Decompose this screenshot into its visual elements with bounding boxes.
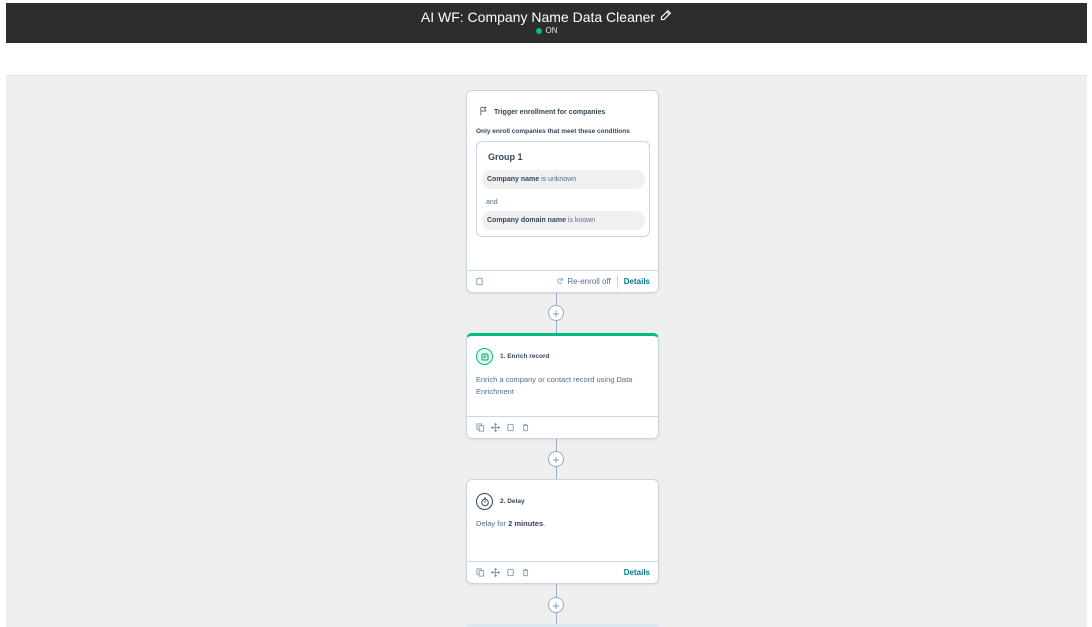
delay-duration: 2 minutes bbox=[508, 519, 544, 528]
trigger-footer: Re-enroll off Details bbox=[467, 270, 658, 292]
action-title: 1. Enrich record bbox=[500, 353, 550, 360]
condition-property: Company domain name bbox=[487, 217, 566, 224]
workflow-title-row[interactable]: AI WF: Company Name Data Cleaner bbox=[6, 8, 1087, 26]
workflow-title[interactable]: AI WF: Company Name Data Cleaner bbox=[421, 8, 655, 26]
action-footer bbox=[467, 416, 658, 438]
workflow-header: AI WF: Company Name Data Cleaner ON bbox=[6, 3, 1087, 43]
condition-operator: is unknown bbox=[541, 176, 577, 183]
clone-icon[interactable] bbox=[506, 568, 515, 577]
condition-pill[interactable]: Company name is unknown bbox=[482, 170, 645, 189]
add-action-button[interactable]: + bbox=[548, 451, 564, 467]
edit-pencil-icon[interactable] bbox=[659, 8, 672, 26]
action-footer: Details bbox=[467, 561, 658, 583]
condition-property: Company name bbox=[487, 176, 540, 183]
add-action-button[interactable]: + bbox=[548, 597, 564, 613]
trigger-heading-row: Trigger enrollment for companies bbox=[479, 106, 605, 118]
trigger-card[interactable]: Trigger enrollment for companies Only en… bbox=[466, 90, 659, 293]
reenroll-toggle[interactable]: Re-enroll off bbox=[556, 277, 611, 287]
trash-icon[interactable] bbox=[521, 568, 530, 577]
copy-icon[interactable] bbox=[476, 423, 485, 432]
delay-suffix: . bbox=[543, 519, 546, 528]
group-title: Group 1 bbox=[488, 152, 523, 162]
status-label: ON bbox=[545, 26, 558, 35]
move-icon[interactable] bbox=[491, 423, 500, 432]
clone-icon[interactable] bbox=[506, 423, 515, 432]
action-heading-row: 2. Delay bbox=[476, 493, 525, 510]
status-dot-icon bbox=[535, 28, 542, 34]
action-title: 2. Delay bbox=[500, 498, 525, 505]
move-icon[interactable] bbox=[491, 568, 500, 577]
condition-operator: is known bbox=[567, 217, 596, 224]
clone-icon[interactable] bbox=[475, 277, 484, 286]
toolbar-area bbox=[6, 43, 1087, 76]
flag-icon bbox=[479, 106, 489, 118]
enrich-icon bbox=[476, 348, 493, 365]
condition-pill[interactable]: Company domain name is known bbox=[482, 211, 645, 230]
refresh-icon bbox=[556, 277, 564, 287]
trigger-heading: Trigger enrollment for companies bbox=[494, 108, 606, 116]
workflow-status: ON bbox=[6, 26, 1087, 36]
action-card-enrich[interactable]: 1. Enrich record Enrich a company or con… bbox=[466, 333, 659, 439]
condition-joiner: and bbox=[486, 199, 498, 206]
add-action-button[interactable]: + bbox=[548, 305, 564, 321]
condition-group[interactable]: Group 1 Company name is unknown and Comp… bbox=[476, 141, 650, 237]
copy-icon[interactable] bbox=[476, 568, 485, 577]
action-description: Enrich a company or contact record using… bbox=[476, 375, 633, 396]
delay-details-link[interactable]: Details bbox=[624, 568, 650, 577]
delay-prefix: Delay for bbox=[476, 519, 509, 528]
action-heading-row: 1. Enrich record bbox=[476, 348, 550, 365]
action-card-delay[interactable]: 2. Delay Delay for 2 minutes. Details bbox=[466, 479, 659, 584]
reenroll-label: Re-enroll off bbox=[567, 277, 611, 286]
trash-icon[interactable] bbox=[521, 423, 530, 432]
stopwatch-icon bbox=[476, 493, 493, 510]
action-description: Delay for 2 minutes. bbox=[476, 518, 651, 530]
trigger-details-link[interactable]: Details bbox=[624, 277, 650, 286]
footer-divider bbox=[616, 274, 618, 289]
trigger-subheading: Only enroll companies that meet these co… bbox=[476, 128, 630, 135]
